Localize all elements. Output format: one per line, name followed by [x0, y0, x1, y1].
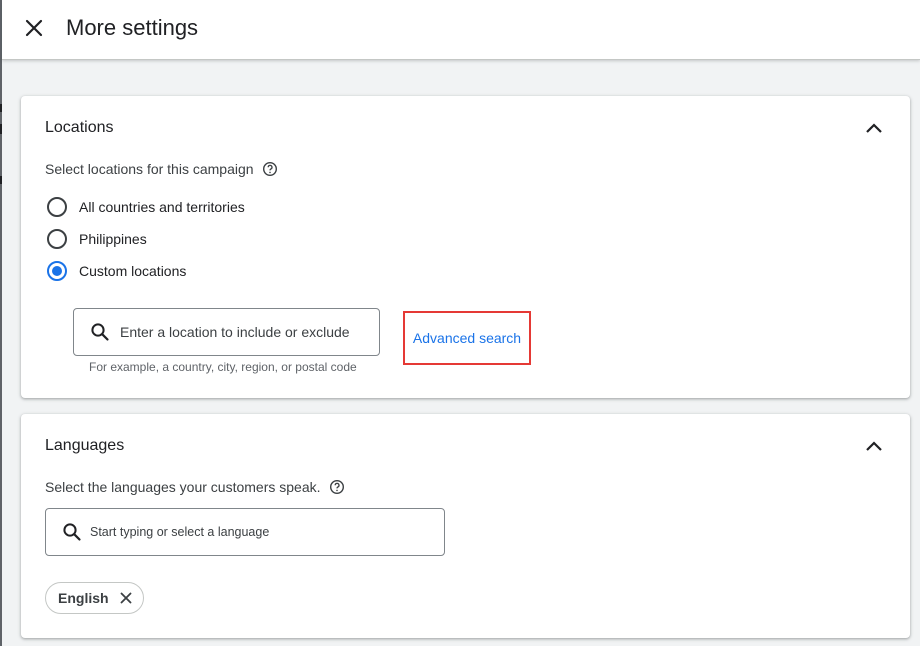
languages-title: Languages	[45, 437, 125, 454]
radio-label: All countries and territories	[79, 199, 245, 215]
locations-subtitle-text: Select locations for this campaign	[45, 161, 254, 177]
close-button[interactable]	[22, 16, 46, 40]
help-icon[interactable]	[329, 479, 345, 495]
chip-label: English	[58, 590, 109, 606]
dialog-title: More settings	[66, 15, 199, 40]
radio-button[interactable]	[47, 197, 67, 217]
languages-collapse-button[interactable]	[862, 434, 886, 458]
dialog-header: More settings	[2, 0, 920, 60]
close-icon	[120, 592, 131, 604]
location-search-input[interactable]: Enter a location to include or exclude	[73, 308, 380, 356]
locations-collapse-button[interactable]	[862, 116, 886, 140]
location-search-placeholder: Enter a location to include or exclude	[120, 324, 350, 340]
languages-subtitle: Select the languages your customers spea…	[45, 479, 345, 495]
language-chip-english: English	[45, 582, 144, 614]
radio-label: Philippines	[79, 231, 147, 247]
language-search-placeholder: Start typing or select a language	[90, 525, 270, 539]
help-icon[interactable]	[262, 161, 278, 177]
locations-card: Locations Select locations for this camp…	[21, 96, 910, 398]
locations-title: Locations	[45, 119, 114, 136]
search-icon	[63, 523, 81, 541]
advanced-search-link[interactable]: Advanced search	[403, 311, 531, 365]
radio-button-selected[interactable]	[47, 261, 67, 281]
chevron-up-icon	[866, 123, 882, 133]
close-icon	[25, 19, 43, 37]
radio-philippines[interactable]: Philippines	[47, 229, 147, 249]
background-panel-edge	[0, 0, 2, 646]
radio-button[interactable]	[47, 229, 67, 249]
radio-all-countries[interactable]: All countries and territories	[47, 197, 245, 217]
language-search-input[interactable]: Start typing or select a language	[45, 508, 445, 556]
languages-subtitle-text: Select the languages your customers spea…	[45, 479, 321, 495]
chevron-up-icon	[866, 441, 882, 451]
search-icon	[91, 323, 109, 341]
location-helper-text: For example, a country, city, region, or…	[89, 360, 357, 374]
locations-subtitle: Select locations for this campaign	[45, 161, 278, 177]
languages-card: Languages Select the languages your cust…	[21, 414, 910, 638]
chip-remove-button[interactable]	[117, 589, 135, 607]
radio-label: Custom locations	[79, 263, 187, 279]
radio-custom-locations[interactable]: Custom locations	[47, 261, 186, 281]
